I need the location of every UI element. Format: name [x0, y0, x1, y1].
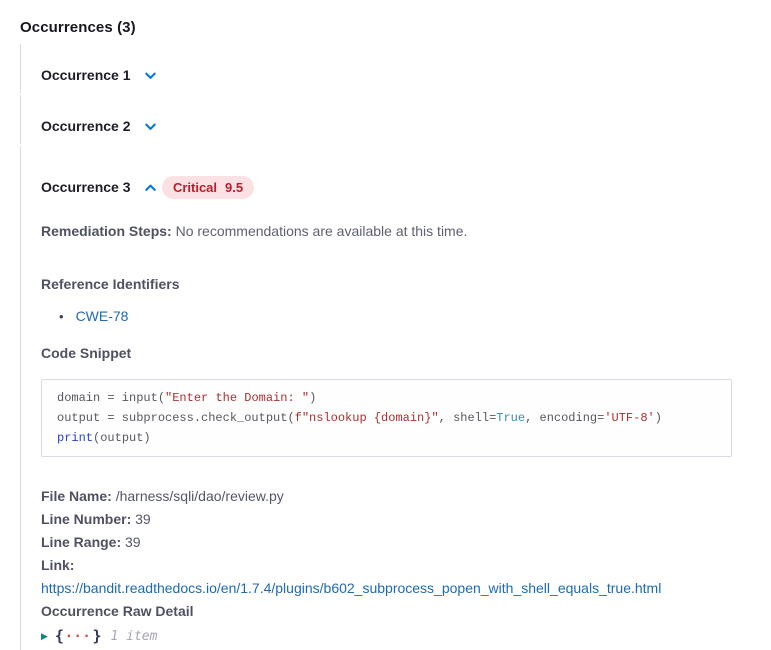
line-range-label: Line Range: — [41, 534, 121, 550]
occurrence-label: Occurrence 2 — [41, 118, 131, 134]
file-name-row: File Name: /harness/sqli/dao/review.py — [41, 485, 751, 508]
occurrence-label: Occurrence 3 — [41, 179, 131, 195]
occurrences-panel: Occurrences (3) Occurrence 1 Occurrence … — [0, 0, 771, 650]
severity-score: 9.5 — [225, 180, 243, 195]
code-line: domain = input("Enter the Domain: ") — [57, 388, 716, 408]
line-number-value: 39 — [131, 511, 150, 527]
severity-label: Critical — [173, 180, 217, 195]
line-range-row: Line Range: 39 — [41, 531, 751, 554]
occurrence-card-3: Occurrence 3 Critical 9.5 Remediation St… — [20, 146, 751, 650]
line-number-label: Line Number: — [41, 511, 131, 527]
remediation-label: Remediation Steps: — [41, 223, 172, 239]
code-line: output = subprocess.check_output(f"nsloo… — [57, 408, 716, 428]
link-url-row: https://bandit.readthedocs.io/en/1.7.4/p… — [41, 577, 751, 600]
severity-badge: Critical 9.5 — [162, 176, 254, 199]
triangle-right-icon[interactable]: ▶ — [41, 632, 48, 641]
chevron-up-icon[interactable] — [143, 180, 158, 195]
cwe-link[interactable]: CWE-78 — [76, 308, 129, 325]
occurrence-3-toggle[interactable]: Occurrence 3 — [41, 179, 158, 195]
occurrence-raw-detail-heading: Occurrence Raw Detail — [41, 600, 751, 623]
page-title: Occurrences (3) — [20, 19, 751, 36]
raw-detail-json-tree: ▶ { ... } 1 item — [41, 627, 751, 645]
remediation-text: No recommendations are available at this… — [172, 223, 468, 239]
occurrence-2-toggle[interactable]: Occurrence 2 — [41, 118, 158, 134]
chevron-down-icon[interactable] — [143, 119, 158, 134]
json-brace-open: { — [55, 627, 64, 645]
line-number-row: Line Number: 39 — [41, 508, 751, 531]
occurrence-card-2: Occurrence 2 — [20, 95, 751, 144]
code-line: print(output) — [57, 428, 716, 448]
occurrence-1-toggle[interactable]: Occurrence 1 — [41, 67, 158, 83]
bullet-icon — [59, 308, 64, 325]
remediation-steps: Remediation Steps: No recommendations ar… — [41, 223, 751, 240]
code-snippet-box: domain = input("Enter the Domain: ")outp… — [41, 379, 732, 457]
link-label-row: Link: — [41, 554, 751, 577]
occurrence-label: Occurrence 1 — [41, 67, 131, 83]
chevron-down-icon[interactable] — [143, 68, 158, 83]
json-collapsed-dots[interactable]: ... — [65, 626, 91, 641]
link-label: Link: — [41, 557, 74, 573]
reference-identifiers-heading: Reference Identifiers — [41, 276, 751, 292]
json-brace-close: } — [92, 627, 101, 645]
file-name-label: File Name: — [41, 488, 112, 504]
reference-list-item: CWE-78 — [59, 308, 751, 325]
line-range-value: 39 — [121, 534, 140, 550]
json-item-count: 1 item — [110, 629, 157, 644]
occurrence-details: File Name: /harness/sqli/dao/review.py L… — [41, 485, 751, 623]
file-name-value: /harness/sqli/dao/review.py — [112, 488, 284, 504]
code-snippet-heading: Code Snippet — [41, 345, 751, 361]
bandit-doc-link[interactable]: https://bandit.readthedocs.io/en/1.7.4/p… — [41, 580, 661, 596]
occurrence-card-1: Occurrence 1 — [20, 44, 751, 93]
